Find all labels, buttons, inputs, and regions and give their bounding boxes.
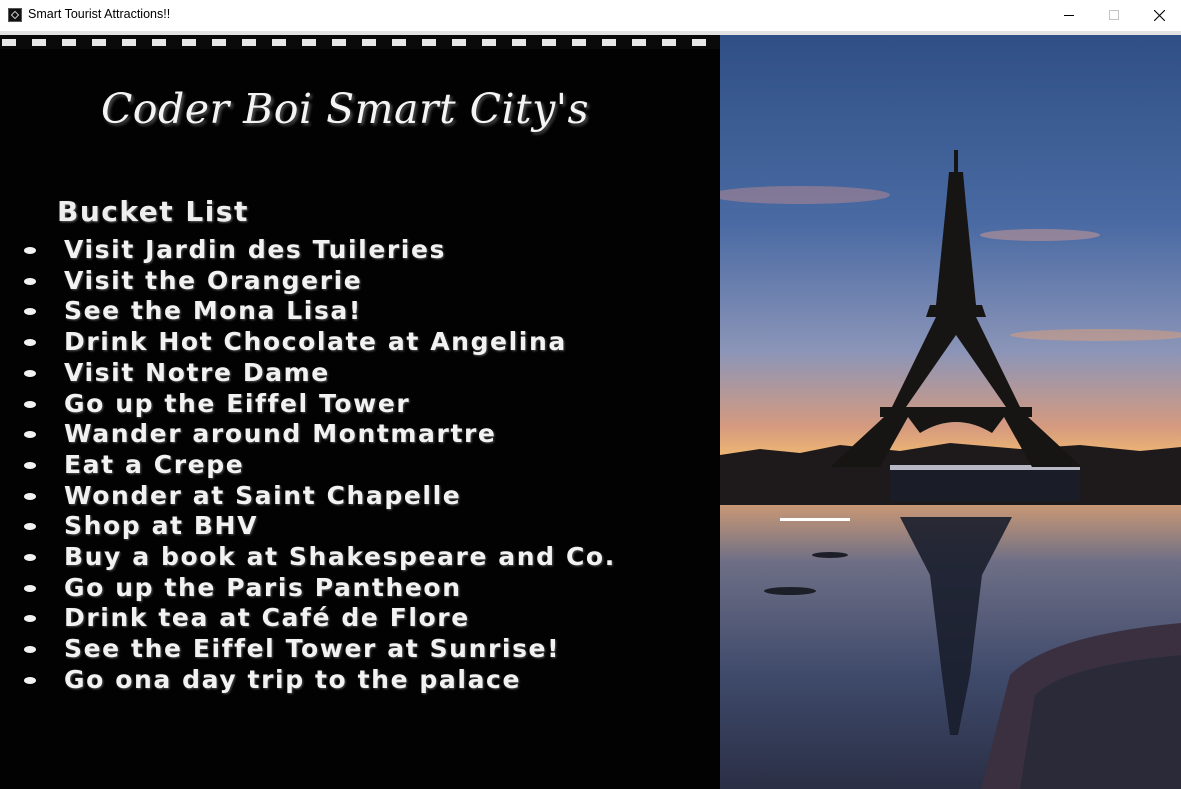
film-strip-border <box>0 35 720 49</box>
window-title: Smart Tourist Attractions!! <box>28 7 171 21</box>
list-item-label: Go up the Paris Pantheon <box>64 572 462 602</box>
list-item: Go ona day trip to the palace <box>20 665 700 696</box>
bullet-icon <box>24 492 36 500</box>
film-hole <box>242 38 256 46</box>
film-hole <box>92 38 106 46</box>
list-item-label: Wander around Montmartre <box>64 419 497 449</box>
film-hole <box>542 38 556 46</box>
list-item: Buy a book at Shakespeare and Co. <box>20 542 700 573</box>
list-item: Wonder at Saint Chapelle <box>20 481 700 512</box>
maximize-icon <box>1109 10 1119 20</box>
film-hole <box>572 38 586 46</box>
film-hole <box>332 38 346 46</box>
film-hole <box>422 38 436 46</box>
bucket-list-heading: Bucket List <box>57 195 249 228</box>
film-hole <box>32 38 46 46</box>
list-item-label: Go up the Eiffel Tower <box>64 388 411 418</box>
window-titlebar: Smart Tourist Attractions!! <box>0 0 1181 31</box>
bullet-icon <box>24 646 36 654</box>
close-icon <box>1154 10 1165 21</box>
list-item-label: Wonder at Saint Chapelle <box>64 480 462 510</box>
list-item: Eat a Crepe <box>20 450 700 481</box>
bullet-icon <box>24 676 36 684</box>
list-item: Go up the Eiffel Tower <box>20 389 700 420</box>
list-item: Shop at BHV <box>20 511 700 542</box>
list-item-label: Eat a Crepe <box>64 449 245 479</box>
bullet-icon <box>24 277 36 285</box>
film-hole <box>2 38 16 46</box>
list-item-label: Visit Notre Dame <box>64 357 330 387</box>
film-hole <box>182 38 196 46</box>
film-hole <box>302 38 316 46</box>
bullet-icon <box>24 431 36 439</box>
film-hole <box>392 38 406 46</box>
film-hole <box>212 38 226 46</box>
bullet-icon <box>24 400 36 408</box>
list-item-label: Drink tea at Café de Flore <box>64 603 470 633</box>
bullet-icon <box>24 554 36 562</box>
list-item: Visit Notre Dame <box>20 358 700 389</box>
bucket-list: Visit Jardin des Tuileries Visit the Oran… <box>20 235 700 696</box>
bullet-icon <box>24 247 36 254</box>
minimize-button[interactable] <box>1046 0 1092 31</box>
list-item: Drink Hot Chocolate at Angelina <box>20 327 700 358</box>
list-item: Wander around Montmartre <box>20 419 700 450</box>
film-hole <box>122 38 136 46</box>
bullet-icon <box>24 584 36 592</box>
page-title: Coder Boi Smart City's <box>100 85 590 133</box>
film-hole <box>662 38 676 46</box>
list-item-label: Drink Hot Chocolate at Angelina <box>64 327 567 357</box>
list-item: Go up the Paris Pantheon <box>20 573 700 604</box>
app-icon <box>8 8 22 22</box>
list-item-label: Shop at BHV <box>64 511 259 541</box>
close-button[interactable] <box>1136 0 1181 31</box>
film-hole <box>362 38 376 46</box>
film-hole <box>602 38 616 46</box>
list-item: See the Mona Lisa! <box>20 296 700 327</box>
film-hole <box>692 38 706 46</box>
list-item: See the Eiffel Tower at Sunrise! <box>20 634 700 665</box>
film-hole <box>632 38 646 46</box>
maximize-button[interactable] <box>1091 0 1137 31</box>
bullet-icon <box>24 339 36 347</box>
list-item: Drink tea at Café de Flore <box>20 603 700 634</box>
list-item-label: Visit the Orangerie <box>64 265 363 295</box>
list-item-label: Buy a book at Shakespeare and Co. <box>64 542 616 572</box>
film-hole <box>512 38 526 46</box>
film-hole <box>452 38 466 46</box>
list-item-label: Visit Jardin des Tuileries <box>64 235 447 264</box>
bullet-icon <box>24 615 36 623</box>
film-hole <box>272 38 286 46</box>
bullet-icon <box>24 369 36 377</box>
list-item: Visit Jardin des Tuileries <box>20 235 700 266</box>
bullet-icon <box>24 461 36 469</box>
bullet-icon <box>24 308 36 316</box>
list-item-label: Go ona day trip to the palace <box>64 664 522 694</box>
bucket-list-panel: Coder Boi Smart City's Bucket List Visit… <box>0 35 720 789</box>
list-item-label: See the Eiffel Tower at Sunrise! <box>64 634 561 664</box>
film-hole <box>482 38 496 46</box>
list-item-label: See the Mona Lisa! <box>64 296 362 326</box>
eiffel-tower-sunrise-image <box>720 35 1181 789</box>
film-hole <box>62 38 76 46</box>
list-item: Visit the Orangerie <box>20 266 700 297</box>
bullet-icon <box>24 523 36 531</box>
film-hole <box>152 38 166 46</box>
minimize-icon <box>1064 15 1074 16</box>
